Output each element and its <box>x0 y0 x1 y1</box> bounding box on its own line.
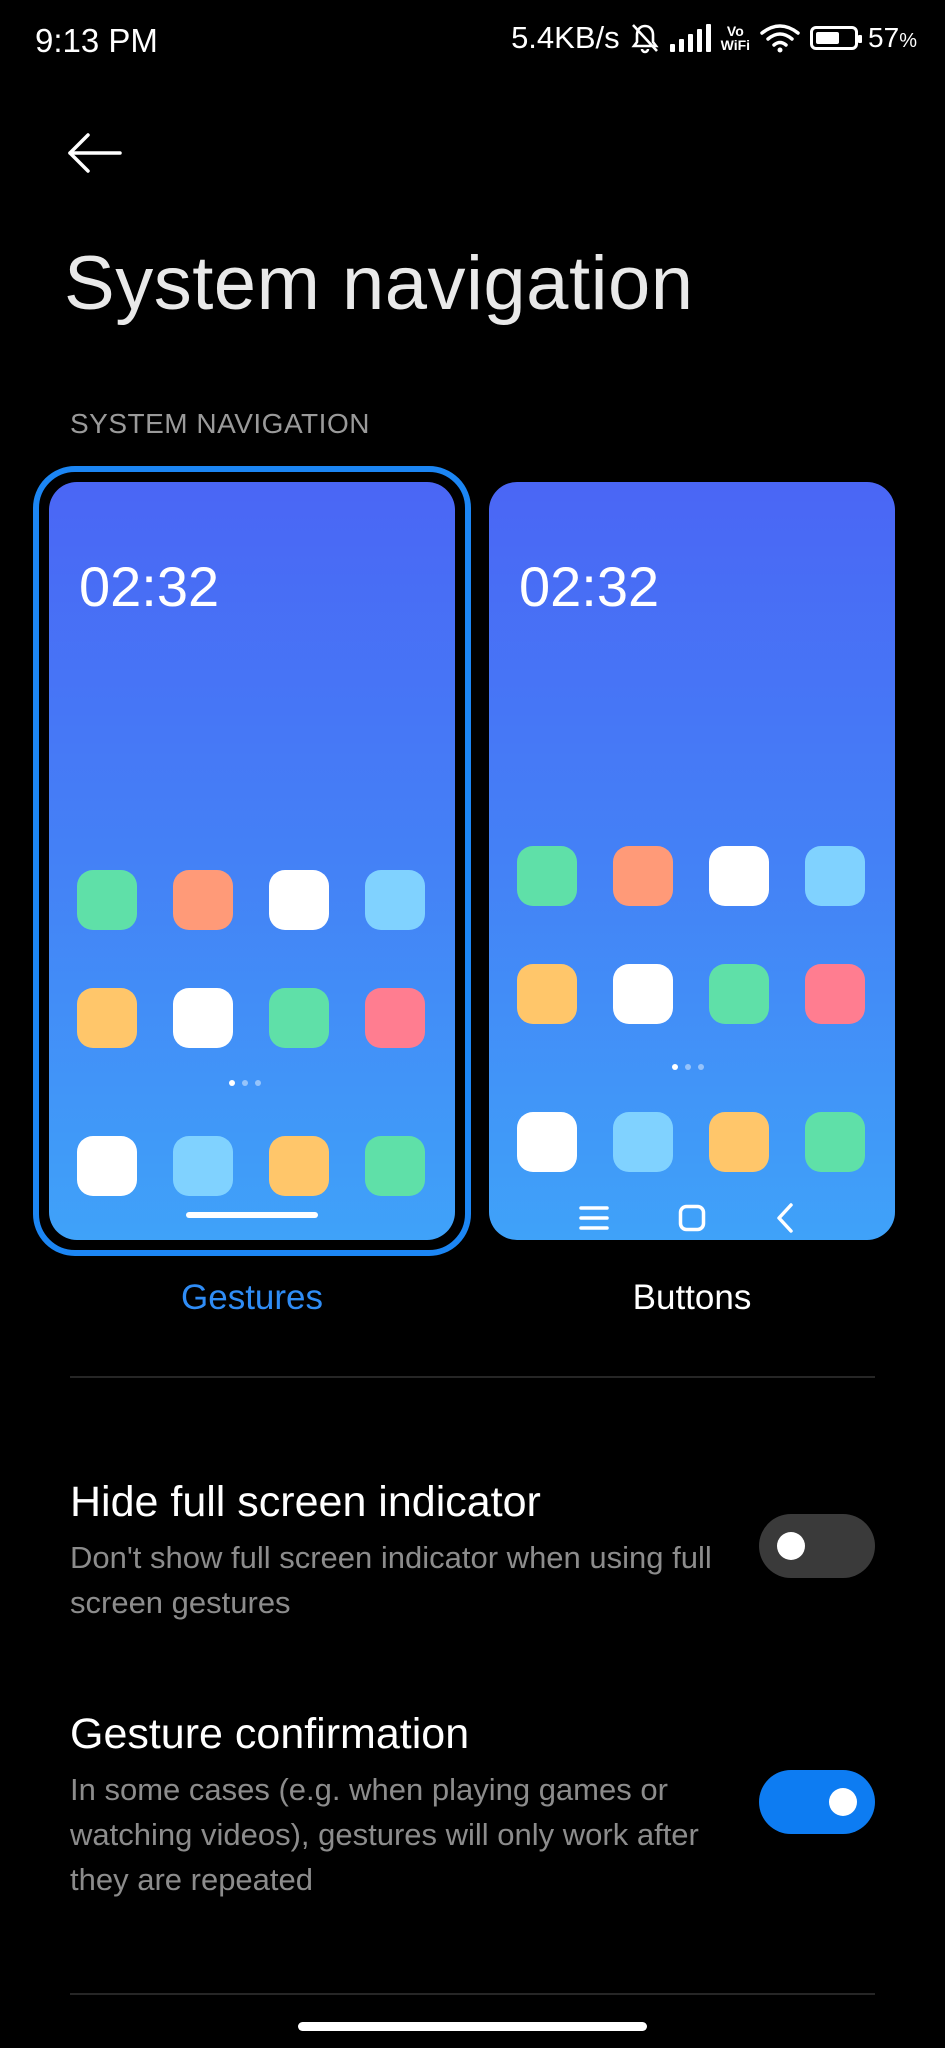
hide-indicator-toggle[interactable] <box>759 1514 875 1578</box>
menu-icon <box>579 1206 609 1230</box>
back-arrow-icon[interactable] <box>64 128 124 178</box>
app-icon <box>77 988 137 1048</box>
page-indicator <box>672 1064 704 1070</box>
app-icon <box>613 846 673 906</box>
page-indicator <box>229 1080 261 1086</box>
gestures-preview-screen: 02:32 <box>49 482 455 1240</box>
app-icon <box>173 870 233 930</box>
app-icon <box>517 846 577 906</box>
app-icon <box>365 988 425 1048</box>
gesture-bar <box>186 1212 318 1218</box>
app-icon <box>613 964 673 1024</box>
status-icons: 5.4KB/s Vo WiFi 57% <box>511 20 917 56</box>
app-icon <box>173 1136 233 1196</box>
buttons-option-label[interactable]: Buttons <box>489 1278 895 1318</box>
battery-percent: 57% <box>868 22 917 53</box>
vowifi-icon: Vo WiFi <box>720 23 751 53</box>
status-time: 9:13 PM <box>35 22 158 59</box>
status-bar: 9:13 PM 5.4KB/s Vo WiFi 57% <box>0 0 945 84</box>
gestures-preview-card[interactable]: 02:32 <box>33 466 471 1256</box>
setting-description: In some cases (e.g. when playing games o… <box>70 1772 699 1897</box>
back-chevron-icon <box>777 1203 793 1233</box>
buttons-preview-card[interactable]: 02:32 <box>489 482 895 1240</box>
gestures-option-label[interactable]: Gestures <box>33 1278 471 1318</box>
divider <box>70 1376 875 1378</box>
home-indicator[interactable] <box>298 2022 647 2031</box>
battery-icon <box>810 26 863 50</box>
app-icon <box>517 1112 577 1172</box>
divider <box>70 1993 875 1995</box>
setting-description: Don't show full screen indicator when us… <box>70 1540 712 1620</box>
app-icon <box>269 1136 329 1196</box>
app-icon <box>709 846 769 906</box>
wifi-icon <box>760 24 800 53</box>
app-icon <box>709 964 769 1024</box>
app-icon <box>77 1136 137 1196</box>
app-icon <box>613 1112 673 1172</box>
app-icon <box>269 988 329 1048</box>
app-icon <box>77 870 137 930</box>
app-icon <box>805 846 865 906</box>
app-icon <box>805 964 865 1024</box>
gesture-confirmation-toggle[interactable] <box>759 1770 875 1834</box>
app-icon <box>173 988 233 1048</box>
app-icon <box>365 1136 425 1196</box>
app-icon <box>709 1112 769 1172</box>
nav-buttons <box>489 1197 895 1237</box>
cell-signal-icon <box>669 24 711 52</box>
setting-title: Hide full screen indicator <box>70 1478 541 1526</box>
app-icon <box>269 870 329 930</box>
setting-gesture-confirmation[interactable]: Gesture confirmation In some cases (e.g.… <box>70 1710 875 1902</box>
app-icon <box>805 1112 865 1172</box>
network-speed: 5.4KB/s <box>511 20 620 55</box>
setting-title: Gesture confirmation <box>70 1710 470 1758</box>
home-square-icon <box>678 1204 706 1232</box>
app-icon <box>517 964 577 1024</box>
mute-bell-icon <box>631 24 659 54</box>
preview-clock: 02:32 <box>79 555 220 618</box>
section-header: SYSTEM NAVIGATION <box>70 408 370 439</box>
preview-clock: 02:32 <box>519 555 660 618</box>
setting-hide-full-screen-indicator[interactable]: Hide full screen indicator Don't show fu… <box>70 1478 875 1625</box>
app-icon <box>365 870 425 930</box>
page-title: System navigation <box>64 241 694 326</box>
